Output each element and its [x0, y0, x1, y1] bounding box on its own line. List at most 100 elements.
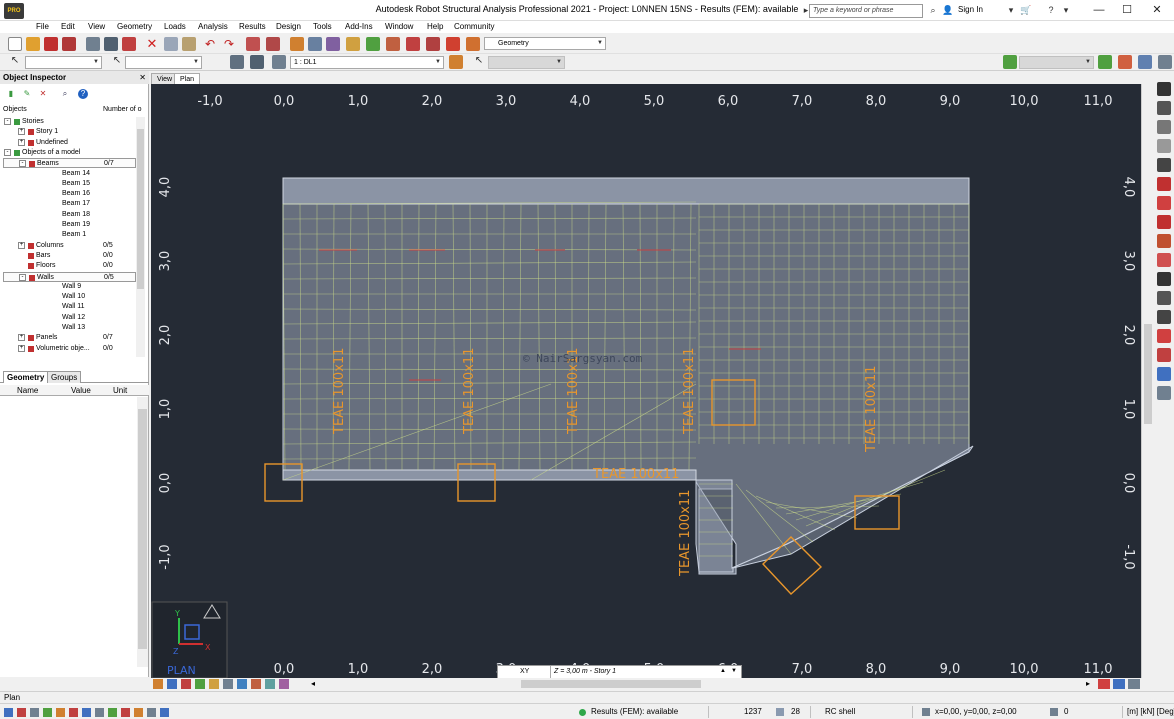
minimize-button[interactable]: —	[1085, 1, 1113, 19]
user-icon[interactable]: 👤	[942, 4, 954, 16]
section-icon[interactable]	[1157, 196, 1171, 210]
menu-window[interactable]: Window	[385, 22, 413, 31]
tree-item[interactable]: Beam 19	[3, 220, 136, 230]
status-toolbar-icon[interactable]	[82, 708, 91, 717]
collapse-icon[interactable]: -	[19, 273, 26, 281]
mode-select-icon[interactable]: ↖	[472, 55, 486, 69]
redo-icon[interactable]: ↷	[222, 37, 236, 51]
save-icon[interactable]	[44, 37, 58, 51]
select-icon[interactable]: ↖	[8, 55, 22, 69]
help-icon[interactable]: ?	[78, 89, 88, 99]
status-toolbar-icon[interactable]	[56, 708, 65, 717]
status-toolbar-icon[interactable]	[30, 708, 39, 717]
lock-icon[interactable]	[290, 37, 304, 51]
results-icon[interactable]	[1157, 329, 1171, 343]
mesh-icon[interactable]	[1157, 272, 1171, 286]
help-icon[interactable]: ?	[1045, 4, 1057, 16]
search-icon[interactable]: ⌕	[60, 89, 70, 99]
horizontal-scroll-thumb[interactable]	[521, 680, 701, 688]
tree-item[interactable]: - Objects of a model	[3, 148, 136, 158]
search-input[interactable]: Type a keyword or phrase	[809, 4, 923, 18]
status-toolbar-icon[interactable]	[121, 708, 130, 717]
shading-icon[interactable]	[279, 679, 289, 689]
view-controls-icon[interactable]	[1128, 679, 1140, 689]
view-3d-icon[interactable]	[167, 679, 177, 689]
units-readout[interactable]: [m] [kN] [Deg]	[1127, 707, 1174, 716]
screen-capture-icon[interactable]	[104, 37, 118, 51]
menu-file[interactable]: File	[36, 22, 49, 31]
display-icon[interactable]	[223, 679, 233, 689]
status-toolbar-icon[interactable]	[17, 708, 26, 717]
snap-icon[interactable]	[366, 37, 380, 51]
tree-item[interactable]: + Panels 0/7	[3, 333, 136, 343]
tab-plan[interactable]: Plan	[174, 73, 201, 84]
tree-item[interactable]: + Story 1	[3, 127, 136, 137]
selection-combo[interactable]: ▼	[25, 56, 102, 69]
tree-item[interactable]: Beam 18	[3, 210, 136, 220]
zoom-window-icon[interactable]	[326, 37, 340, 51]
preferences-icon[interactable]	[466, 37, 480, 51]
zoom-icon[interactable]	[308, 37, 322, 51]
menu-geometry[interactable]: Geometry	[117, 22, 152, 31]
display-icon[interactable]	[386, 37, 400, 51]
print-preview-icon[interactable]	[86, 37, 100, 51]
menu-analysis[interactable]: Analysis	[198, 22, 228, 31]
inspector-filter-icon[interactable]: ▮	[6, 89, 16, 99]
chevron-down-icon[interactable]: ▼	[731, 668, 737, 674]
tree-item[interactable]: + Columns 0/5	[3, 241, 136, 251]
tree-item[interactable]: - Stories	[3, 117, 136, 127]
menu-edit[interactable]: Edit	[61, 22, 75, 31]
structure-icon[interactable]	[1098, 55, 1112, 69]
menu-tools[interactable]: Tools	[313, 22, 332, 31]
tree-item[interactable]: Wall 12	[3, 313, 136, 323]
view-options-icon[interactable]	[1158, 55, 1172, 69]
load-case-select[interactable]: 1 : DL1 ▼	[290, 56, 444, 69]
bar-selection-combo[interactable]: ▼	[125, 56, 202, 69]
paste-icon[interactable]	[182, 37, 196, 51]
support-icon[interactable]	[1157, 215, 1171, 229]
collapse-icon[interactable]: -	[4, 118, 11, 125]
tree-item[interactable]: Beam 14	[3, 169, 136, 179]
bar-select-icon[interactable]: ↖	[110, 55, 124, 69]
new-file-icon[interactable]	[8, 37, 22, 51]
wall-icon[interactable]	[1157, 177, 1171, 191]
footing-icon[interactable]	[1157, 310, 1171, 324]
chevron-down-icon[interactable]: ▾	[1060, 4, 1072, 16]
window-icon[interactable]	[1157, 386, 1171, 400]
top-beam-strip[interactable]	[282, 177, 970, 205]
release-icon[interactable]	[1157, 234, 1171, 248]
status-toolbar-icon[interactable]	[4, 708, 13, 717]
display-case-icon[interactable]	[230, 55, 244, 69]
tree-item[interactable]: Wall 13	[3, 323, 136, 333]
pointer-icon[interactable]	[1157, 82, 1171, 96]
binoculars-icon[interactable]: ⌕	[927, 4, 939, 16]
close-icon[interactable]: ✕	[139, 71, 146, 84]
tree-item[interactable]: - Beams 0/7	[3, 158, 136, 169]
view-mode-icon[interactable]	[153, 679, 163, 689]
tree-item[interactable]: Beam 17	[3, 199, 136, 209]
report-icon[interactable]	[266, 37, 280, 51]
case-options-icon[interactable]	[272, 55, 286, 69]
menu-design[interactable]: Design	[276, 22, 301, 31]
load-icon[interactable]	[449, 55, 463, 69]
case-list-icon[interactable]	[250, 55, 264, 69]
tree-item[interactable]: Wall 11	[3, 302, 136, 312]
status-toolbar-icon[interactable]	[147, 708, 156, 717]
status-toolbar-icon[interactable]	[108, 708, 117, 717]
calculations-icon[interactable]	[426, 37, 440, 51]
tree-item[interactable]: Bars 0/0	[3, 251, 136, 261]
viewport-vertical-scrollbar[interactable]	[1141, 84, 1153, 678]
grid-scrollbar[interactable]	[137, 397, 148, 667]
diagram-icon[interactable]	[1157, 348, 1171, 362]
tree-item[interactable]: + Undefined	[3, 138, 136, 148]
load-icon[interactable]	[1157, 253, 1171, 267]
expand-icon[interactable]: +	[18, 138, 25, 146]
expand-icon[interactable]: +	[18, 128, 25, 136]
chevron-up-icon[interactable]: ▲	[720, 668, 726, 674]
tree-scrollbar[interactable]	[136, 117, 145, 357]
panel-icon[interactable]	[1157, 158, 1171, 172]
capture-icon[interactable]	[122, 37, 136, 51]
bar-icon[interactable]	[1157, 101, 1171, 115]
beam-icon[interactable]	[1157, 120, 1171, 134]
close-button[interactable]: ✕	[1143, 1, 1171, 19]
